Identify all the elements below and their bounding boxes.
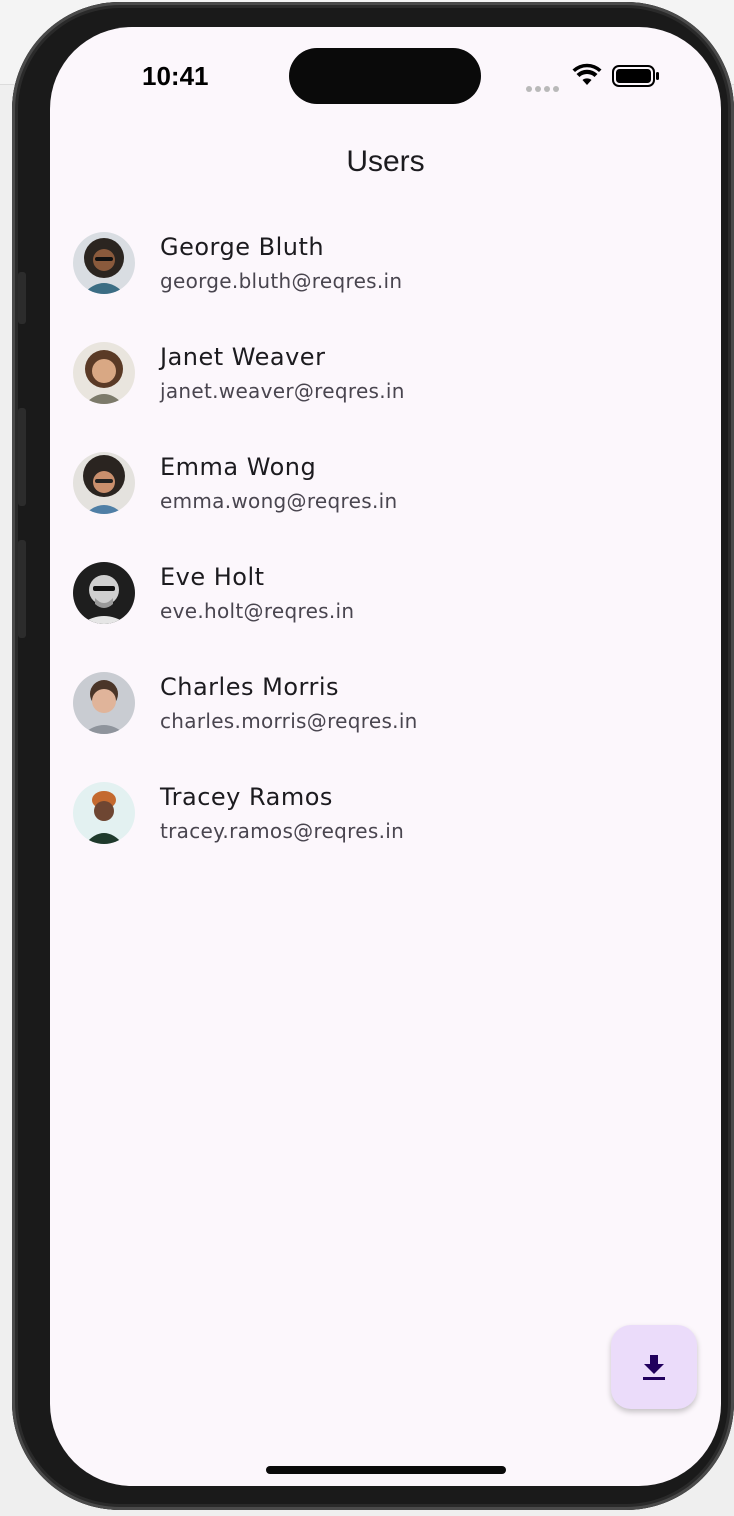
download-button[interactable]	[611, 1325, 697, 1409]
user-list-item[interactable]: Tracey Ramos tracey.ramos@reqres.in	[50, 767, 721, 877]
user-avatar	[73, 342, 135, 404]
volume-down-button	[18, 540, 26, 638]
user-avatar	[73, 232, 135, 294]
wifi-icon	[572, 63, 602, 85]
phone-frame: 10:41 Users George Bluth george.bluth@re…	[12, 2, 734, 1510]
user-email: charles.morris@reqres.in	[160, 709, 418, 733]
user-list: George Bluth george.bluth@reqres.in Jane…	[50, 217, 721, 877]
user-list-item[interactable]: Eve Holt eve.holt@reqres.in	[50, 547, 721, 657]
user-name: Tracey Ramos	[160, 783, 333, 811]
user-name: Eve Holt	[160, 563, 265, 591]
user-list-item[interactable]: Charles Morris charles.morris@reqres.in	[50, 657, 721, 767]
user-list-item[interactable]: Emma Wong emma.wong@reqres.in	[50, 437, 721, 547]
user-avatar	[73, 672, 135, 734]
cellular-signal-icon	[526, 79, 562, 92]
user-name: Charles Morris	[160, 673, 339, 701]
user-list-item[interactable]: George Bluth george.bluth@reqres.in	[50, 217, 721, 327]
user-avatar	[73, 562, 135, 624]
user-email: eve.holt@reqres.in	[160, 599, 355, 623]
user-email: emma.wong@reqres.in	[160, 489, 398, 513]
download-icon	[643, 1355, 665, 1380]
user-name: Janet Weaver	[160, 343, 326, 371]
status-bar-time: 10:41	[142, 61, 209, 91]
user-list-item[interactable]: Janet Weaver janet.weaver@reqres.in	[50, 327, 721, 437]
user-avatar	[73, 782, 135, 844]
page-title: Users	[346, 145, 425, 178]
battery-icon	[612, 65, 659, 87]
user-email: tracey.ramos@reqres.in	[160, 819, 405, 843]
home-indicator[interactable]	[266, 1466, 506, 1474]
dynamic-island	[289, 48, 481, 104]
silent-switch	[18, 272, 26, 324]
user-avatar	[73, 452, 135, 514]
user-name: Emma Wong	[160, 453, 317, 481]
user-email: janet.weaver@reqres.in	[160, 379, 405, 403]
phone-screen: 10:41 Users George Bluth george.bluth@re…	[50, 27, 721, 1486]
user-email: george.bluth@reqres.in	[160, 269, 403, 293]
user-name: George Bluth	[160, 233, 325, 261]
volume-up-button	[18, 408, 26, 506]
